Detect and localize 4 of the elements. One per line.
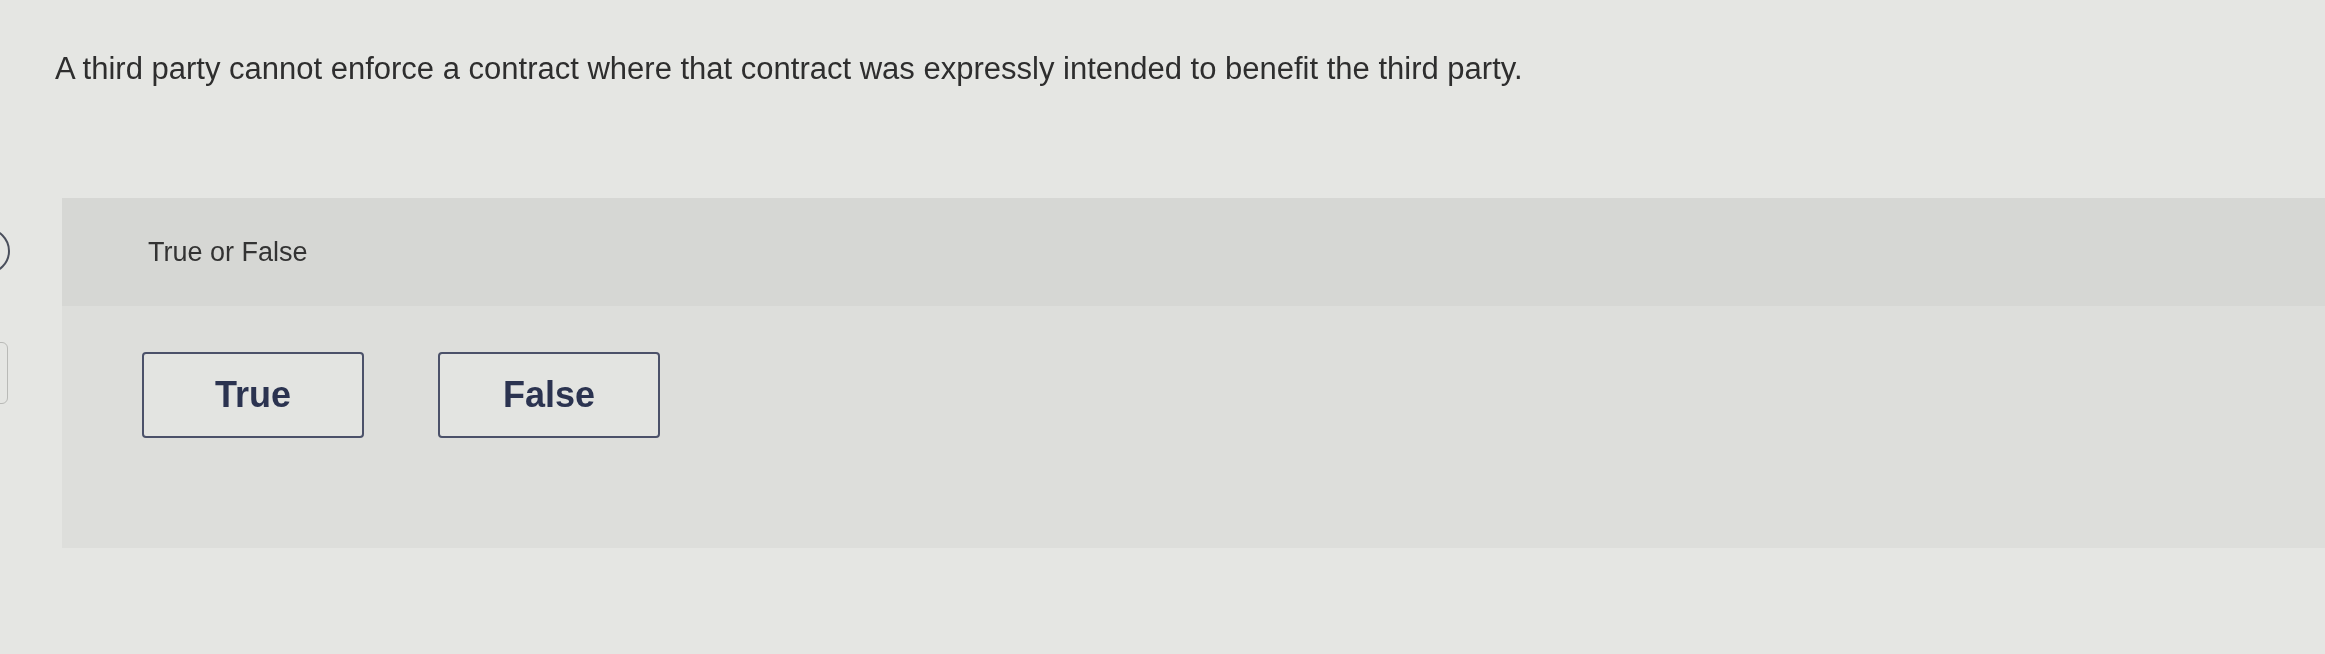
question-text: A third party cannot enforce a contract where that contract was expressly intended to benefit the third party. bbox=[55, 50, 1523, 88]
prompt-label: True or False bbox=[148, 236, 308, 268]
answer-option-button[interactable]: True bbox=[142, 352, 364, 438]
answer-option-button[interactable]: False bbox=[438, 352, 660, 438]
